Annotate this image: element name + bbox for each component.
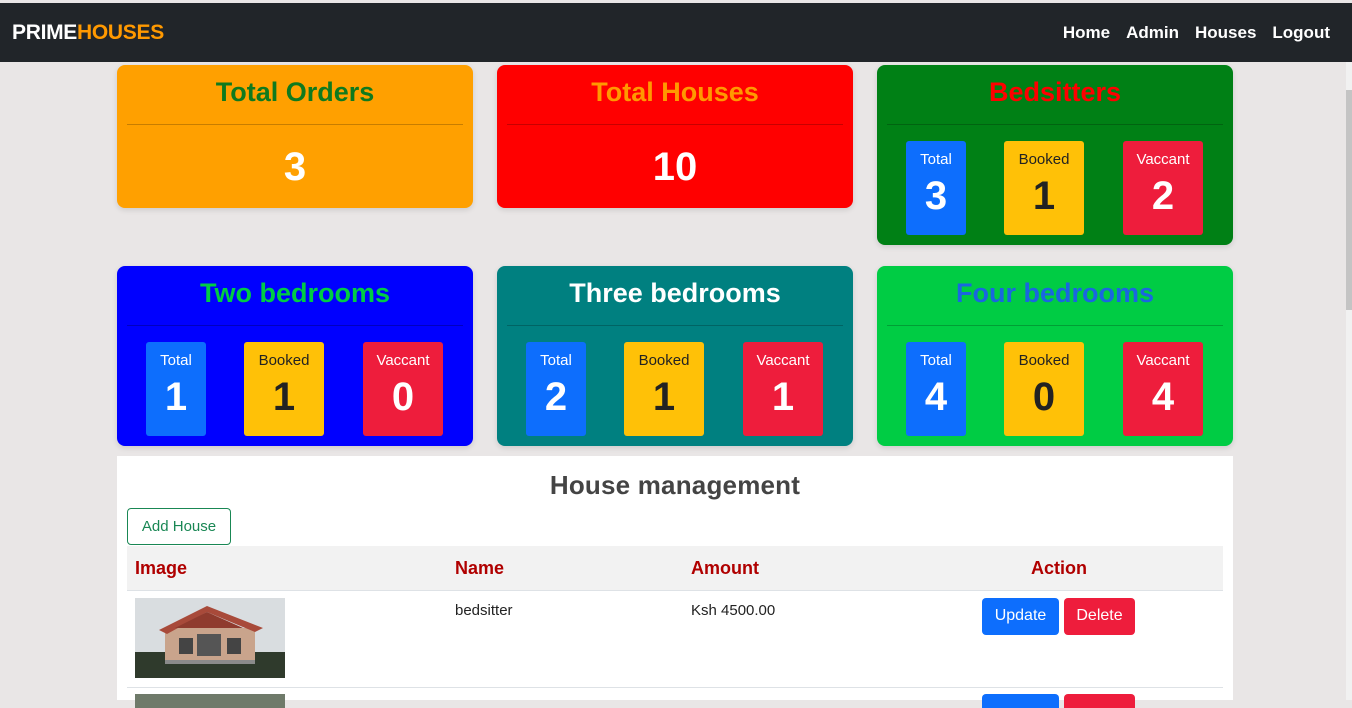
nav-link-logout[interactable]: Logout: [1272, 23, 1330, 43]
two-bedrooms-vacant-box: Vaccant 0: [363, 342, 443, 436]
total-houses-title: Total Houses: [591, 77, 759, 107]
brand-part1: PRIME: [12, 21, 78, 44]
three-bedrooms-card: Three bedrooms Total 2 Booked 1 Vaccant …: [497, 266, 853, 446]
total-orders-title: Total Orders: [215, 77, 375, 107]
four-bedrooms-title: Four bedrooms: [955, 278, 1154, 308]
table-row: bedsitter Ksh 4500.00 Update Delete: [127, 590, 1223, 688]
add-house-button[interactable]: Add House: [127, 508, 231, 545]
three-bedrooms-title: Three bedrooms: [569, 278, 781, 308]
card-divider: [127, 124, 463, 125]
three-bedrooms-total-value: 2: [544, 375, 568, 419]
bedsitters-booked-value: 1: [1032, 174, 1056, 218]
house-amount: Ksh 4500.00: [691, 602, 776, 619]
bedsitters-booked-box: Booked 1: [1004, 141, 1084, 235]
two-bedrooms-total-box: Total 1: [146, 342, 206, 436]
house-name: bedsitter: [455, 602, 513, 619]
stat-label-total: Total: [540, 352, 572, 369]
stat-label-total: Total: [160, 352, 192, 369]
card-divider: [887, 325, 1223, 326]
card-divider: [507, 124, 843, 125]
stat-label-booked: Booked: [1018, 151, 1070, 168]
stat-label-booked: Booked: [638, 352, 690, 369]
four-bedrooms-vacant-value: 4: [1151, 375, 1175, 419]
table-header: Image Name Amount Action: [127, 546, 1223, 591]
nav-link-home[interactable]: Home: [1063, 23, 1110, 43]
total-houses-card: Total Houses 10: [497, 65, 853, 208]
stat-label-total: Total: [920, 352, 952, 369]
three-bedrooms-vacant-value: 1: [771, 375, 795, 419]
three-bedrooms-vacant-box: Vaccant 1: [743, 342, 823, 436]
column-header-action: Action: [1031, 558, 1087, 578]
stat-label-vacant: Vaccant: [1136, 151, 1190, 168]
bedsitters-card: Bedsitters Total 3 Booked 1 Vaccant 2: [877, 65, 1233, 245]
house-thumbnail-image: [135, 598, 285, 678]
bedsitters-total-value: 3: [924, 174, 948, 218]
four-bedrooms-total-box: Total 4: [906, 342, 966, 436]
house-management-panel: House management Add House Image Name Am…: [117, 456, 1233, 708]
two-bedrooms-card: Two bedrooms Total 1 Booked 1 Vaccant 0: [117, 266, 473, 446]
four-bedrooms-booked-box: Booked 0: [1004, 342, 1084, 436]
bedsitters-vacant-value: 2: [1151, 174, 1175, 218]
column-header-amount: Amount: [691, 558, 759, 578]
bedsitters-total-box: Total 3: [906, 141, 966, 235]
column-header-name: Name: [455, 558, 505, 578]
delete-button[interactable]: Delete: [1064, 598, 1135, 635]
table-row-partial: [127, 688, 1223, 708]
update-button[interactable]: [982, 694, 1059, 708]
four-bedrooms-total-value: 4: [924, 375, 948, 419]
card-divider: [127, 325, 463, 326]
stat-label-booked: Booked: [258, 352, 310, 369]
three-bedrooms-booked-value: 1: [652, 375, 676, 419]
four-bedrooms-booked-value: 0: [1032, 375, 1056, 419]
navbar: PRIMEHOUSES Home Admin Houses Logout: [0, 3, 1352, 62]
stat-label-booked: Booked: [1018, 352, 1070, 369]
total-houses-value: 10: [652, 145, 698, 189]
four-bedrooms-card: Four bedrooms Total 4 Booked 0 Vaccant 4: [877, 266, 1233, 446]
total-orders-card: Total Orders 3: [117, 65, 473, 208]
two-bedrooms-total-value: 1: [164, 375, 188, 419]
two-bedrooms-vacant-value: 0: [391, 375, 415, 419]
house-thumbnail-image: [135, 694, 285, 708]
card-divider: [887, 124, 1223, 125]
nav-link-admin[interactable]: Admin: [1126, 23, 1179, 43]
two-bedrooms-title: Two bedrooms: [199, 278, 390, 308]
house-management-title: House management: [549, 470, 801, 500]
delete-button[interactable]: [1064, 694, 1135, 708]
bedsitters-title: Bedsitters: [988, 77, 1122, 107]
two-bedrooms-booked-value: 1: [272, 375, 296, 419]
brand-logo[interactable]: PRIMEHOUSES: [12, 21, 164, 45]
bedsitters-vacant-box: Vaccant 2: [1123, 141, 1203, 235]
brand-part2: HOUSES: [77, 21, 164, 44]
four-bedrooms-vacant-box: Vaccant 4: [1123, 342, 1203, 436]
stat-label-total: Total: [920, 151, 952, 168]
scrollbar-thumb[interactable]: [1346, 90, 1352, 310]
stat-label-vacant: Vaccant: [756, 352, 810, 369]
card-divider: [507, 325, 843, 326]
column-header-image: Image: [135, 558, 188, 578]
three-bedrooms-total-box: Total 2: [526, 342, 586, 436]
stat-label-vacant: Vaccant: [376, 352, 430, 369]
stat-label-vacant: Vaccant: [1136, 352, 1190, 369]
three-bedrooms-booked-box: Booked 1: [624, 342, 704, 436]
update-button[interactable]: Update: [982, 598, 1059, 635]
nav-link-houses[interactable]: Houses: [1195, 23, 1256, 43]
nav-links: Home Admin Houses Logout: [1063, 23, 1330, 43]
two-bedrooms-booked-box: Booked 1: [244, 342, 324, 436]
total-orders-value: 3: [283, 145, 307, 189]
